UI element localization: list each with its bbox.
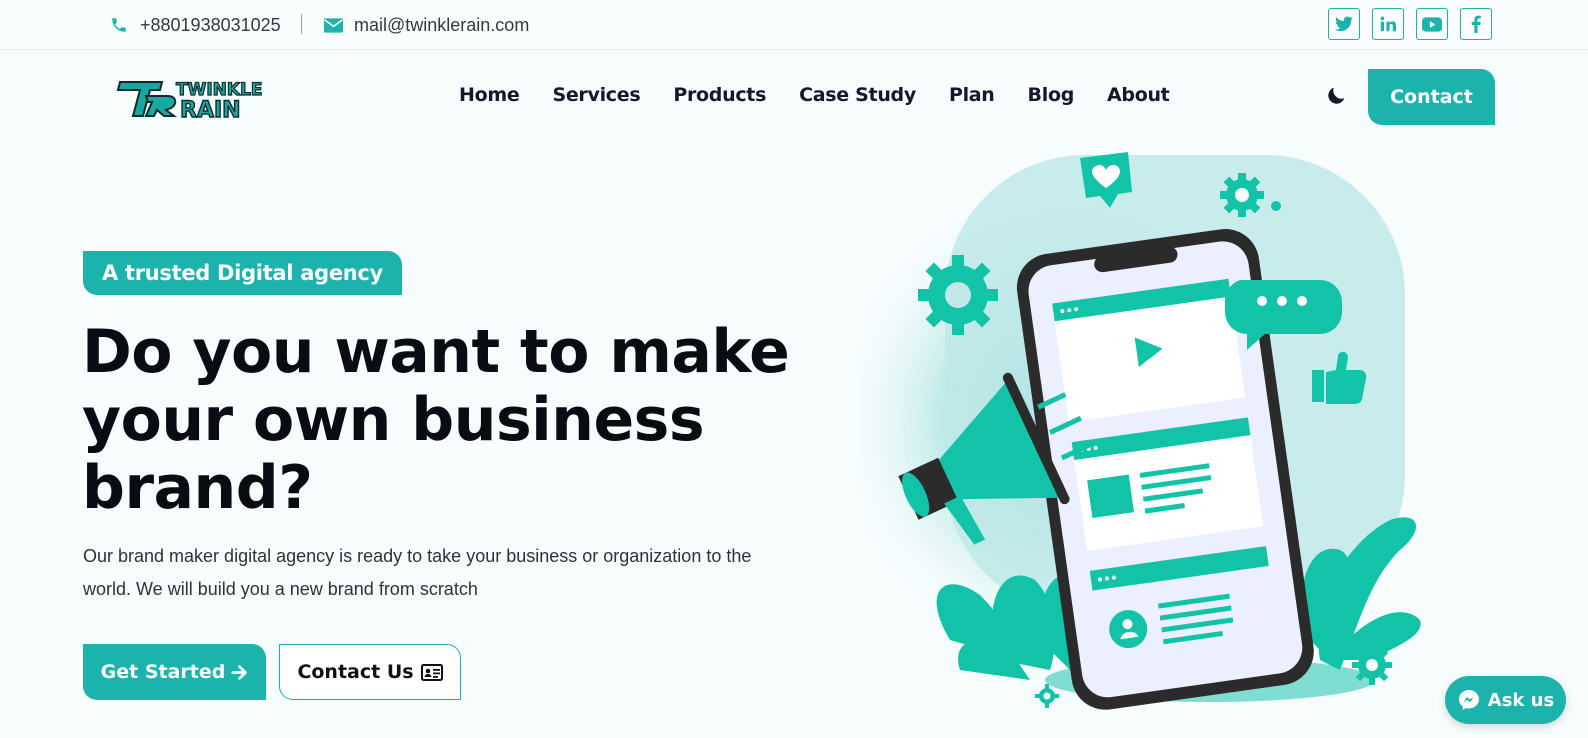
top-bar: +8801938031025 mail@twinklerain.com xyxy=(0,0,1588,50)
hero-headline: Do you want to make your own business br… xyxy=(82,318,842,522)
nav-plan[interactable]: Plan xyxy=(949,84,995,110)
email-address: mail@twinklerain.com xyxy=(354,14,530,35)
id-card-icon xyxy=(420,663,443,681)
nav-home[interactable]: Home xyxy=(459,84,520,110)
contact-us-button[interactable]: Contact Us xyxy=(279,644,461,700)
contact-us-label: Contact Us xyxy=(297,661,414,683)
email-contact[interactable]: mail@twinklerain.com xyxy=(323,12,529,38)
envelope-icon xyxy=(323,15,343,35)
phone-number: +8801938031025 xyxy=(140,14,281,35)
linkedin-link[interactable] xyxy=(1372,8,1404,40)
messenger-icon xyxy=(1458,690,1479,710)
hero-badge: A trusted Digital agency xyxy=(83,251,402,295)
twitter-link[interactable] xyxy=(1328,8,1360,40)
arrow-right-icon xyxy=(231,664,248,680)
nav-blog[interactable]: Blog xyxy=(1028,84,1075,110)
dark-mode-toggle[interactable] xyxy=(1326,84,1348,106)
get-started-label: Get Started xyxy=(100,661,226,683)
linkedin-icon xyxy=(1380,16,1396,32)
ask-us-chat-button[interactable]: Ask us xyxy=(1445,676,1566,724)
divider xyxy=(301,14,302,34)
facebook-link[interactable] xyxy=(1460,8,1492,40)
svg-text:TWINKLE: TWINKLE xyxy=(176,80,263,100)
phone-contact[interactable]: +8801938031025 xyxy=(109,12,281,38)
svg-text:RAIN: RAIN xyxy=(180,98,241,122)
moon-icon xyxy=(1328,87,1345,104)
headline-line-2: your own business xyxy=(82,385,705,455)
twitter-icon xyxy=(1335,16,1353,32)
nav-case-study[interactable]: Case Study xyxy=(799,84,916,110)
get-started-button[interactable]: Get Started xyxy=(83,644,266,700)
phone-icon xyxy=(109,15,129,35)
hero-illustration xyxy=(830,140,1460,730)
nav-products[interactable]: Products xyxy=(673,84,766,110)
contact-button[interactable]: Contact xyxy=(1368,69,1495,125)
headline-line-3: brand? xyxy=(82,453,313,523)
main-nav: Home Services Products Case Study Plan B… xyxy=(459,84,1170,110)
nav-about[interactable]: About xyxy=(1107,84,1170,110)
ask-us-label: Ask us xyxy=(1487,689,1555,711)
youtube-icon xyxy=(1422,16,1442,32)
brand-logo[interactable]: TWINKLE RAIN xyxy=(116,74,268,124)
nav-services[interactable]: Services xyxy=(552,84,640,110)
headline-line-1: Do you want to make xyxy=(82,317,790,387)
hero-description: Our brand maker digital agency is ready … xyxy=(83,546,752,599)
facebook-icon xyxy=(1471,15,1481,33)
youtube-link[interactable] xyxy=(1416,8,1448,40)
